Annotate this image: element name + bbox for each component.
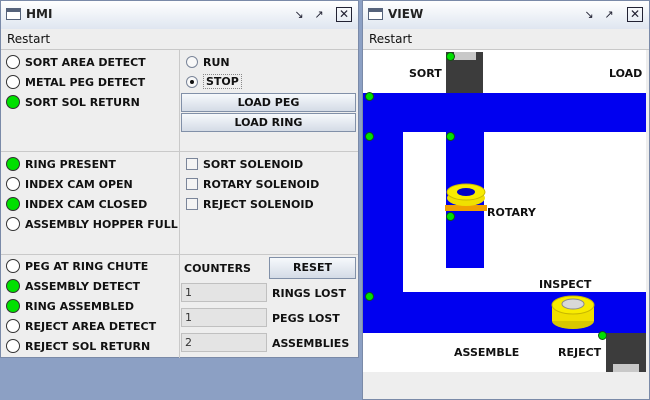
window-icon	[368, 8, 383, 20]
reject-label: REJECT	[558, 346, 602, 359]
top-conveyor	[363, 93, 646, 132]
rings-lost-field: 1	[181, 283, 267, 302]
hmi-window: HMI ↘ ↗ ✕ Restart SORT AREA DETECT METAL…	[0, 0, 359, 358]
rings-lost-label: RINGS LOST	[272, 287, 346, 300]
counters-label: COUNTERS	[184, 262, 251, 275]
hmi-title: HMI	[26, 7, 53, 21]
assemble-label: ASSEMBLE	[454, 346, 520, 359]
status-led	[6, 299, 20, 313]
divider	[1, 151, 358, 152]
pegs-lost-field: 1	[181, 308, 267, 327]
status-led	[6, 279, 20, 293]
restart-menu[interactable]: Restart	[7, 32, 50, 46]
view-content: SORT LOAD ROTARY INSPECT ASSEMBLE REJECT	[363, 50, 649, 399]
sensor-middle-top	[446, 132, 455, 141]
radio-circle	[186, 76, 198, 88]
sensor-left-mid	[365, 132, 374, 141]
bottom-conveyor	[363, 292, 646, 333]
assemblies-field: 2	[181, 333, 267, 352]
divider	[179, 50, 180, 358]
sensor-rotary	[446, 212, 455, 221]
inspect-label: INSPECT	[539, 278, 592, 291]
load-label: LOAD	[609, 67, 643, 80]
sensor-reject	[598, 331, 607, 340]
radio-circle	[186, 56, 198, 68]
hmi-titlebar[interactable]: HMI ↘ ↗ ✕	[1, 1, 358, 30]
view-titlebar[interactable]: VIEW ↘ ↗ ✕	[363, 1, 649, 30]
close-icon[interactable]: ✕	[627, 7, 643, 22]
inspect-assembly	[551, 295, 595, 329]
view-menubar: Restart	[363, 29, 649, 50]
status-led	[6, 197, 20, 211]
checkbox-box	[186, 178, 198, 190]
divider	[1, 254, 358, 255]
rotary-label: ROTARY	[487, 206, 536, 219]
sensor-left-top	[365, 92, 374, 101]
restart-menu[interactable]: Restart	[369, 32, 412, 46]
load-ring-button[interactable]: LOAD RING	[181, 113, 356, 132]
assemblies-label: ASSEMBLIES	[272, 337, 350, 350]
status-led	[6, 157, 20, 171]
close-icon[interactable]: ✕	[336, 7, 352, 22]
hmi-menubar: Restart	[1, 29, 358, 50]
status-led	[6, 339, 20, 353]
reject-chute-slot	[613, 364, 639, 372]
sort-label: SORT	[409, 67, 442, 80]
maximize-icon[interactable]: ↗	[601, 7, 617, 22]
status-led	[6, 75, 20, 89]
load-peg-button[interactable]: LOAD PEG	[181, 93, 356, 112]
maximize-icon[interactable]: ↗	[311, 7, 327, 22]
checkbox-box	[186, 158, 198, 170]
sensor-sort-chute	[446, 52, 455, 61]
window-icon	[6, 8, 21, 20]
status-led	[6, 259, 20, 273]
status-led	[6, 177, 20, 191]
hmi-content: SORT AREA DETECT METAL PEG DETECT SORT S…	[1, 50, 358, 358]
minimize-icon[interactable]: ↘	[581, 7, 597, 22]
reset-button[interactable]: RESET	[269, 257, 356, 279]
sort-chute-slot	[454, 52, 476, 60]
view-title: VIEW	[388, 7, 424, 21]
checkbox-box	[186, 198, 198, 210]
rotary-ring	[445, 183, 487, 211]
sensor-left-bottom	[365, 292, 374, 301]
pegs-lost-label: PEGS LOST	[272, 312, 340, 325]
plant-canvas: SORT LOAD ROTARY INSPECT ASSEMBLE REJECT	[363, 50, 646, 372]
status-led	[6, 319, 20, 333]
status-led	[6, 55, 20, 69]
status-led	[6, 95, 20, 109]
view-window: VIEW ↘ ↗ ✕ Restart SORT LOAD ROTARY INSP…	[362, 0, 650, 400]
status-led	[6, 217, 20, 231]
minimize-icon[interactable]: ↘	[291, 7, 307, 22]
